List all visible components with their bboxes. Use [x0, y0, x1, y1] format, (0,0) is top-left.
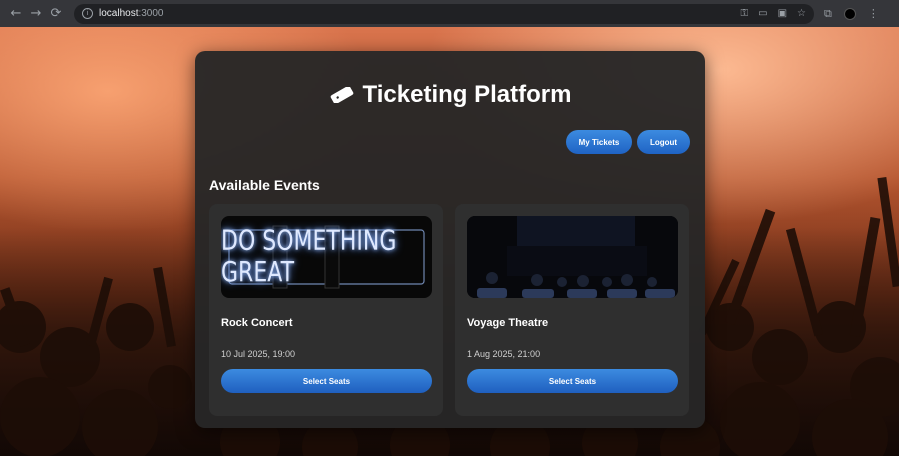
bookmark-star-icon[interactable]: ☆	[797, 8, 806, 19]
address-bar[interactable]: i localhost:3000 ⚿ ▭ ▣ ☆	[74, 3, 814, 24]
select-seats-button[interactable]: Select Seats	[467, 369, 678, 393]
password-key-icon[interactable]: ⚿	[741, 8, 749, 19]
url-host: localhost	[99, 8, 139, 19]
back-icon[interactable]: ←	[6, 4, 26, 24]
header: Ticketing Platform	[195, 81, 705, 109]
theatre-scene	[467, 216, 678, 298]
event-name: Rock Concert	[221, 317, 293, 329]
event-image-neon-sign: DO SOMETHING GREAT	[221, 216, 432, 298]
browser-toolbar: ← → ⟳ i localhost:3000 ⚿ ▭ ▣ ☆ ⧉ ⋮	[0, 0, 899, 27]
logout-button[interactable]: Logout	[637, 130, 690, 154]
url-port: :3000	[138, 8, 164, 19]
event-date: 1 Aug 2025, 21:00	[467, 349, 541, 359]
event-date: 10 Jul 2025, 19:00	[221, 349, 296, 359]
menu-kebab-icon[interactable]: ⋮	[868, 7, 879, 20]
main-panel: Ticketing Platform My Tickets Logout Ava…	[195, 51, 705, 428]
event-name: Voyage Theatre	[467, 317, 549, 329]
reload-icon[interactable]: ⟳	[46, 4, 66, 24]
neon-sign-text: DO SOMETHING GREAT	[221, 225, 397, 289]
cast-icon[interactable]: ▭	[758, 8, 767, 19]
select-seats-button[interactable]: Select Seats	[221, 369, 432, 393]
ticket-icon	[330, 87, 353, 103]
forward-icon[interactable]: →	[26, 4, 46, 24]
section-title: Available Events	[209, 177, 320, 193]
event-card: Voyage Theatre 1 Aug 2025, 21:00 Select …	[455, 204, 689, 416]
profile-avatar[interactable]	[843, 7, 856, 20]
page-title: Ticketing Platform	[362, 81, 572, 108]
my-tickets-button[interactable]: My Tickets	[566, 130, 632, 154]
event-card: DO SOMETHING GREAT Rock Concert 10 Jul 2…	[209, 204, 443, 416]
extensions-icon[interactable]: ⧉	[824, 7, 832, 21]
site-info-icon[interactable]: i	[82, 8, 93, 19]
translate-icon[interactable]: ▣	[778, 8, 787, 19]
event-image-theatre-audience	[467, 216, 678, 298]
